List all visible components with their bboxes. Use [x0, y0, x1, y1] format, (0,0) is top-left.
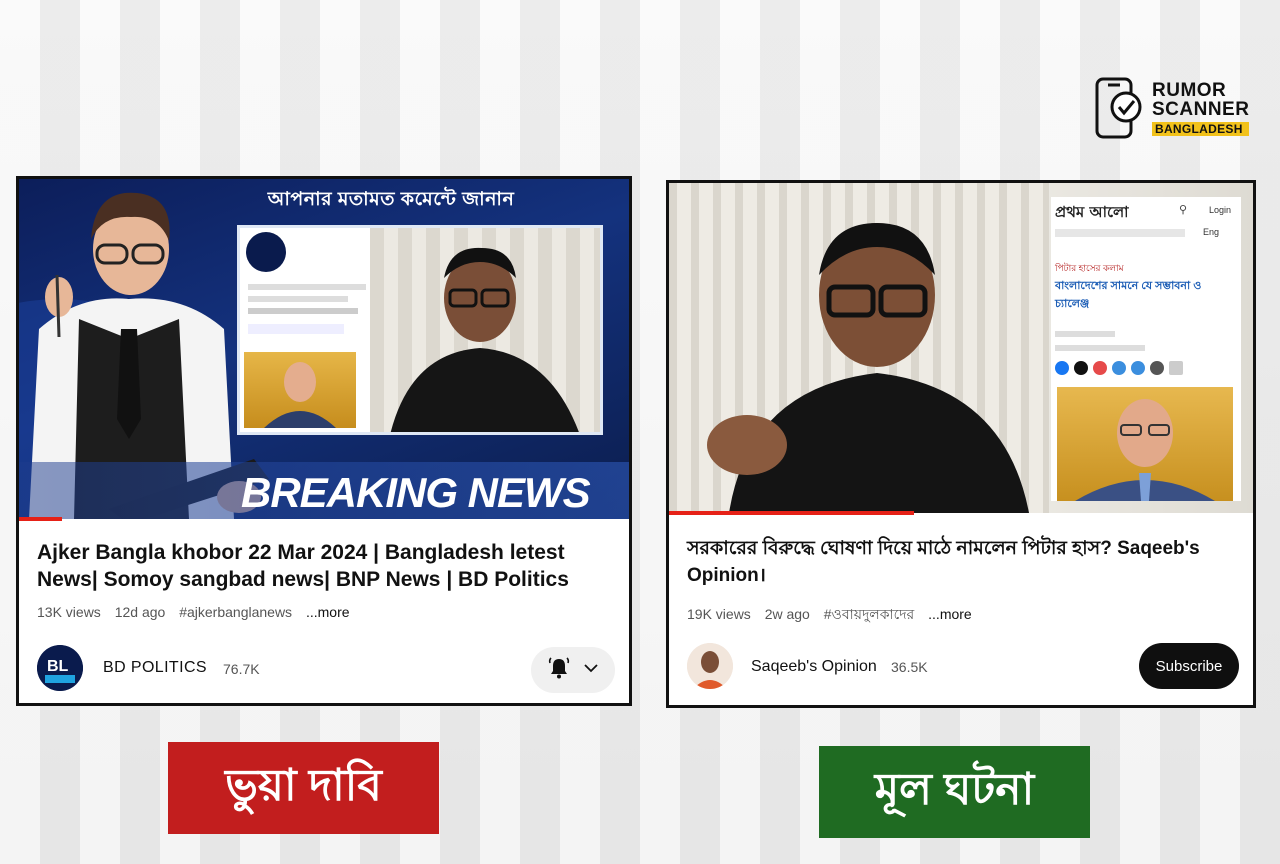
video-meta: 19K views 2w ago #ওবায়দুলকাদের ...more: [687, 603, 982, 627]
video-thumbnail[interactable]: আপনার মতামত কমেন্টে জানান BREAKING NEWS: [19, 179, 629, 519]
prothom-alo-panel: প্রথম আলো ⚲ Login Eng পিটার হাসের কলাম ব…: [1051, 197, 1241, 501]
channel-mini-logo: [246, 232, 286, 272]
hashtag-link[interactable]: #ওবায়দুলকাদের: [824, 606, 915, 622]
subscriber-count: 36.5K: [891, 659, 928, 675]
site-kicker: পিটার হাসের কলাম: [1055, 263, 1124, 273]
view-count: 13K views: [37, 604, 101, 620]
inset-photo: [244, 352, 356, 428]
svg-text:BL: BL: [47, 658, 69, 675]
notification-button[interactable]: [531, 647, 615, 693]
thumbnail-inset-frame: [237, 225, 603, 435]
site-logo: প্রথম আলো: [1055, 203, 1129, 221]
video-title[interactable]: সরকারের বিরুদ্ধে ঘোষণা দিয়ে মাঠে নামলেন…: [687, 535, 1243, 589]
channel-name[interactable]: Saqeeb's Opinion: [751, 658, 877, 676]
real-event-label: মূল ঘটনা: [819, 746, 1090, 838]
brand-line-1: RUMOR: [1152, 79, 1227, 101]
more-link[interactable]: ...more: [306, 604, 350, 620]
site-login: Login: [1209, 205, 1232, 215]
rumor-scanner-logo: RUMOR SCANNER BANGLADESH: [1094, 76, 1254, 140]
hashtag-link[interactable]: #ajkerbanglanews: [179, 604, 292, 620]
subscriber-count: 76.7K: [223, 661, 260, 677]
thumbnail-banner-text: আপনার মতামত কমেন্টে জানান: [267, 189, 515, 210]
channel-avatar[interactable]: [687, 643, 733, 689]
more-link[interactable]: ...more: [928, 606, 972, 622]
inset-speaker: [370, 228, 600, 432]
watch-progress-bar: [19, 517, 62, 521]
phone-check-icon: [1094, 77, 1146, 139]
subscribe-button[interactable]: Subscribe: [1139, 643, 1239, 689]
fake-claim-label: ভুয়া দাবি: [168, 742, 439, 834]
inset-news-site: [240, 228, 370, 432]
video-thumbnail[interactable]: প্রথম আলো ⚲ Login Eng পিটার হাসের কলাম ব…: [669, 183, 1253, 513]
share-icons: [1055, 361, 1183, 375]
brand-line-3: BANGLADESH: [1152, 121, 1250, 136]
fake-video-card[interactable]: আপনার মতামত কমেন্টে জানান BREAKING NEWS …: [16, 176, 632, 706]
channel-avatar[interactable]: BL: [37, 645, 83, 691]
chevron-down-icon: [583, 660, 599, 681]
site-lang: Eng: [1203, 227, 1220, 237]
breaking-news-text: BREAKING NEWS: [241, 469, 591, 516]
video-title[interactable]: Ajker Bangla khobor 22 Mar 2024 | Bangla…: [37, 539, 617, 593]
channel-name[interactable]: BD POLITICS: [103, 659, 207, 677]
brand-line-2: SCANNER: [1152, 98, 1250, 120]
site-search-icon: ⚲: [1179, 204, 1188, 216]
upload-age: 2w ago: [764, 606, 810, 622]
view-count: 19K views: [687, 606, 751, 622]
bell-ringing-icon: [547, 656, 571, 685]
upload-age: 12d ago: [114, 604, 166, 620]
video-meta: 13K views 12d ago #ajkerbanglanews ...mo…: [37, 604, 360, 620]
watch-progress-bar: [669, 511, 915, 515]
site-headline: বাংলাদেশের সামনে যে সম্ভাবনা ও চ্যালেঞ্জ: [1055, 280, 1202, 310]
real-video-card[interactable]: প্রথম আলো ⚲ Login Eng পিটার হাসের কলাম ব…: [666, 180, 1256, 708]
article-photo: [1057, 387, 1233, 501]
